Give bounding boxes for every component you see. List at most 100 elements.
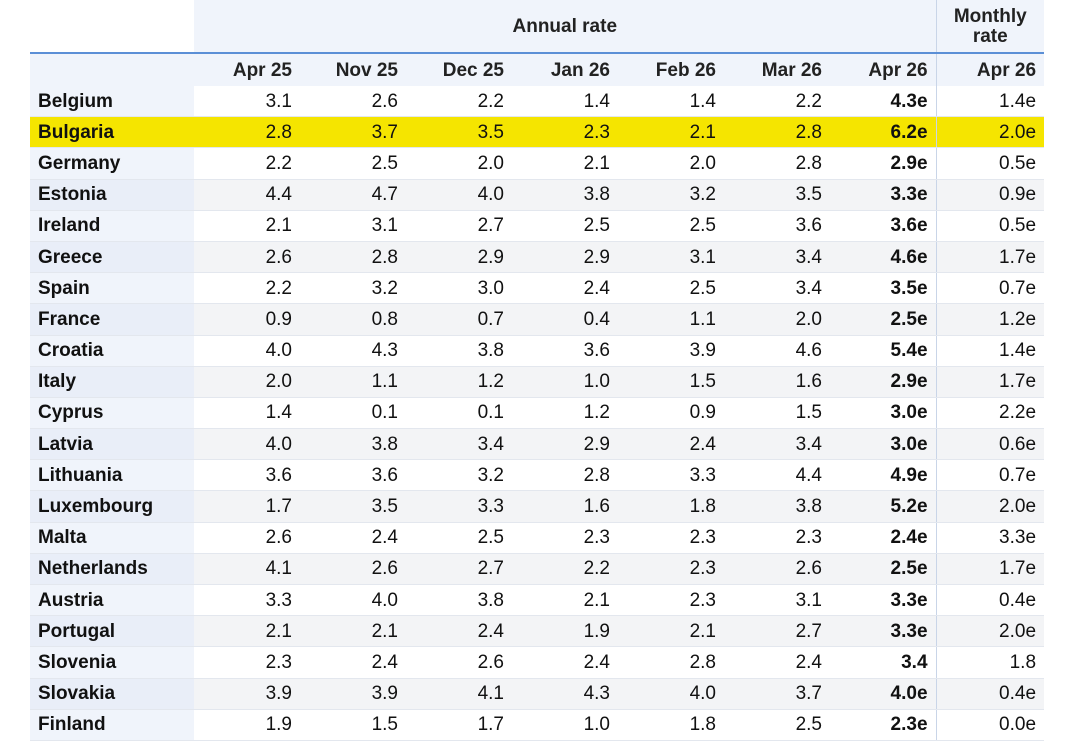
table-row: Slovenia 2.3 2.4 2.6 2.4 2.8 2.4 3.4 1.8: [30, 646, 1045, 679]
value-cell: 2.0: [406, 147, 512, 180]
value-cell: 3.6e: [830, 210, 937, 242]
value-cell: 3.6: [194, 459, 300, 492]
value-cell: 1.1: [618, 303, 724, 336]
value-cell: 2.9: [512, 241, 618, 274]
value-cell: 3.3e: [830, 179, 937, 211]
value-cell: 2.1: [194, 210, 300, 242]
column-header-5: Mar 26: [724, 52, 830, 86]
value-cell: 2.4: [618, 428, 724, 461]
table-row: Portugal 2.1 2.1 2.4 1.9 2.1 2.7 3.3e 2.0e: [30, 615, 1045, 648]
value-cell: 3.3: [194, 584, 300, 617]
table-row: Slovakia 3.9 3.9 4.1 4.3 4.0 3.7 4.0e 0.4e: [30, 678, 1045, 710]
table-row: Estonia 4.4 4.7 4.0 3.8 3.2 3.5 3.3e 0.9e: [30, 179, 1045, 211]
value-cell: 1.4e: [936, 335, 1045, 367]
country-cell: Netherlands: [30, 553, 194, 586]
table-row: France 0.9 0.8 0.7 0.4 1.1 2.0 2.5e 1.2e: [30, 303, 1045, 336]
value-cell: 3.2: [406, 459, 512, 492]
value-cell: 2.0: [194, 366, 300, 398]
value-cell: 2.4: [724, 646, 830, 679]
table-row: Belgium 3.1 2.6 2.2 1.4 1.4 2.2 4.3e 1.4e: [30, 86, 1045, 118]
value-cell: 1.4: [618, 86, 724, 118]
value-cell: 2.9: [512, 428, 618, 461]
column-header-row: Apr 25 Nov 25 Dec 25 Jan 26 Feb 26 Mar 26 Apr …: [30, 52, 1045, 86]
value-cell: 3.6: [724, 210, 830, 242]
header-group-row: Annual rate Monthly rate: [30, 0, 1045, 53]
table-row: Croatia 4.0 4.3 3.8 3.6 3.9 4.6 5.4e 1.4e: [30, 335, 1045, 367]
value-cell: 4.0: [194, 428, 300, 461]
value-cell: 4.1: [194, 553, 300, 586]
value-cell: 2.7: [724, 615, 830, 648]
value-cell: 2.8: [724, 116, 830, 149]
value-cell: 2.8: [724, 147, 830, 180]
value-cell: 0.4e: [936, 584, 1045, 617]
value-cell: 2.1: [300, 615, 406, 648]
value-cell: 4.9e: [830, 459, 937, 492]
country-column-header: [30, 52, 194, 86]
value-cell: 3.6: [512, 335, 618, 367]
value-cell: 2.7: [406, 210, 512, 242]
inflation-table-container: Annual rate Monthly rate Apr 25 Nov 25 Dec …: [30, 0, 1045, 741]
table-row: Italy 2.0 1.1 1.2 1.0 1.5 1.6 2.9e 1.7e: [30, 366, 1045, 398]
value-cell: 3.8: [300, 428, 406, 461]
table-row: Austria 3.3 4.0 3.8 2.1 2.3 3.1 3.3e 0.4e: [30, 584, 1045, 617]
value-cell: 2.6: [406, 646, 512, 679]
country-cell: Spain: [30, 272, 194, 305]
value-cell: 4.6: [724, 335, 830, 367]
country-cell: Ireland: [30, 210, 194, 242]
value-cell: 0.8: [300, 303, 406, 336]
monthly-rate-header: Monthly rate: [936, 0, 1045, 53]
value-cell: 1.7e: [936, 553, 1045, 586]
value-cell: 3.6: [300, 459, 406, 492]
country-cell: Latvia: [30, 428, 194, 461]
value-cell: 3.2: [618, 179, 724, 211]
table-row: Netherlands 4.1 2.6 2.7 2.2 2.3 2.6 2.5e 1.7e: [30, 553, 1045, 586]
annual-rate-header: Annual rate: [194, 0, 937, 53]
country-cell: Lithuania: [30, 459, 194, 492]
value-cell: 2.4: [512, 272, 618, 305]
value-cell: 3.4: [724, 241, 830, 274]
value-cell: 2.4: [406, 615, 512, 648]
value-cell: 3.2: [300, 272, 406, 305]
value-cell: 0.5e: [936, 147, 1045, 180]
country-cell: Germany: [30, 147, 194, 180]
table-row: Greece 2.6 2.8 2.9 2.9 3.1 3.4 4.6e 1.7e: [30, 241, 1045, 274]
value-cell: 2.7: [406, 553, 512, 586]
value-cell: 2.3: [194, 646, 300, 679]
value-cell: 2.2: [194, 272, 300, 305]
value-cell: 3.1: [724, 584, 830, 617]
value-cell: 3.5: [724, 179, 830, 211]
table-row: Ireland 2.1 3.1 2.7 2.5 2.5 3.6 3.6e 0.5e: [30, 210, 1045, 242]
value-cell: 0.9: [618, 397, 724, 430]
value-cell: 4.0: [618, 678, 724, 710]
country-cell: Slovakia: [30, 678, 194, 710]
value-cell: 2.5: [512, 210, 618, 242]
value-cell: 1.2e: [936, 303, 1045, 336]
table-row: Lithuania 3.6 3.6 3.2 2.8 3.3 4.4 4.9e 0.7e: [30, 459, 1045, 492]
value-cell: 1.4: [512, 86, 618, 118]
value-cell: 3.8: [724, 490, 830, 523]
value-cell: 2.0e: [936, 615, 1045, 648]
table-body: Belgium 3.1 2.6 2.2 1.4 1.4 2.2 4.3e 1.4e Bulgari…: [30, 86, 1045, 741]
value-cell: 5.4e: [830, 335, 937, 367]
value-cell: 3.5e: [830, 272, 937, 305]
value-cell: 3.9: [300, 678, 406, 710]
table-row: Luxembourg 1.7 3.5 3.3 1.6 1.8 3.8 5.2e 2.0e: [30, 490, 1045, 523]
value-cell: 2.2: [406, 86, 512, 118]
value-cell: 1.6: [724, 366, 830, 398]
value-cell: 2.0e: [936, 490, 1045, 523]
table-row: Spain 2.2 3.2 3.0 2.4 2.5 3.4 3.5e 0.7e: [30, 272, 1045, 305]
value-cell: 1.1: [300, 366, 406, 398]
table-row: Malta 2.6 2.4 2.5 2.3 2.3 2.3 2.4e 3.3e: [30, 522, 1045, 554]
value-cell: 3.3: [406, 490, 512, 523]
value-cell: 0.4e: [936, 678, 1045, 710]
value-cell: 3.1: [194, 86, 300, 118]
value-cell: 2.6: [194, 241, 300, 274]
value-cell: 4.7: [300, 179, 406, 211]
value-cell: 2.1: [512, 147, 618, 180]
value-cell: 3.7: [300, 116, 406, 149]
value-cell: 2.4: [300, 522, 406, 554]
value-cell: 3.0e: [830, 397, 937, 430]
value-cell: 4.3e: [830, 86, 937, 118]
value-cell: 3.3e: [936, 522, 1045, 554]
inflation-table: Annual rate Monthly rate Apr 25 Nov 25 Dec …: [30, 0, 1045, 741]
